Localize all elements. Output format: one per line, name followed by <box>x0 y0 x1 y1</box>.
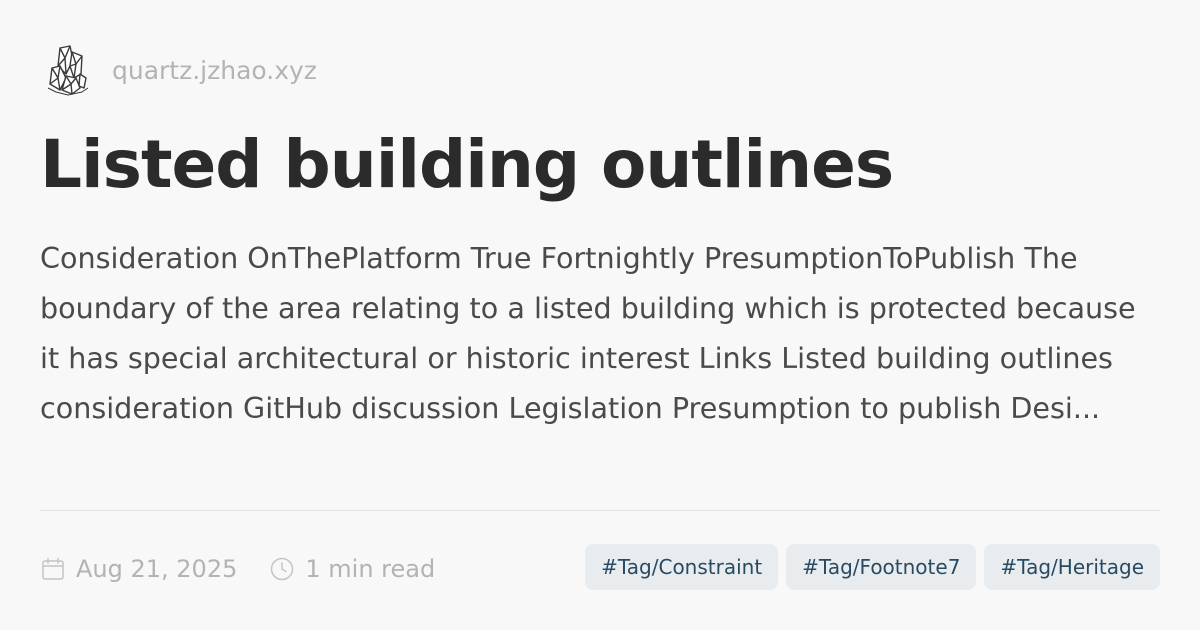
site-url[interactable]: quartz.jzhao.xyz <box>112 56 317 85</box>
tag-heritage[interactable]: #Tag/Heritage <box>984 544 1160 590</box>
crystal-logo-icon[interactable] <box>40 42 96 98</box>
tag-list: #Tag/Constraint #Tag/Footnote7 #Tag/Heri… <box>577 544 1160 590</box>
page-meta: Aug 21, 2025 1 min read <box>40 546 467 592</box>
reading-time: 1 min read <box>269 555 435 583</box>
page-description: Consideration OnThePlatform True Fortnig… <box>40 241 1136 425</box>
page-title: Listed building outlines <box>40 126 894 203</box>
publish-date: Aug 21, 2025 <box>40 555 237 583</box>
reading-time-text: 1 min read <box>305 555 436 583</box>
clock-icon <box>269 556 295 582</box>
tag-constraint[interactable]: #Tag/Constraint <box>585 544 779 590</box>
tag-footnote7[interactable]: #Tag/Footnote7 <box>786 544 977 590</box>
calendar-icon <box>40 556 66 582</box>
publish-date-text: Aug 21, 2025 <box>76 555 238 583</box>
divider <box>40 510 1160 511</box>
site-header: quartz.jzhao.xyz <box>40 40 317 100</box>
